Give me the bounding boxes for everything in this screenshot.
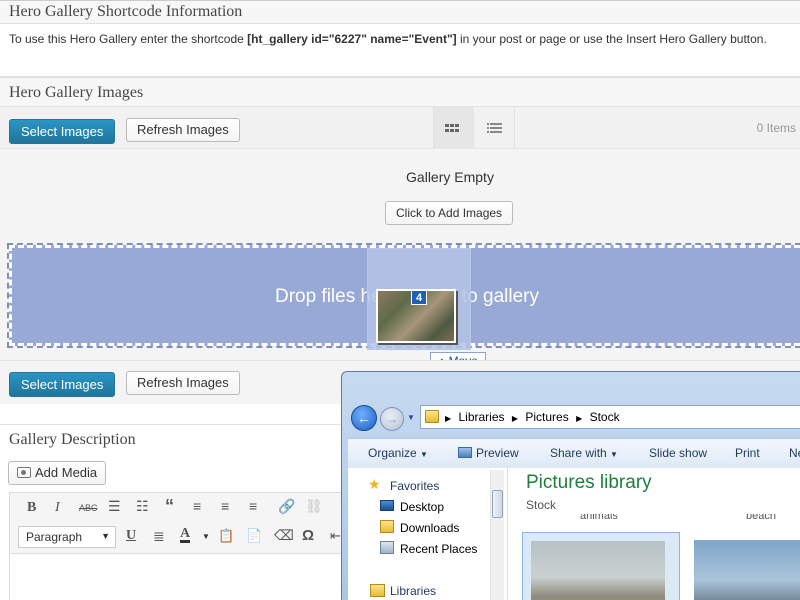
add-media-icon [17, 467, 31, 478]
recent-places-icon [380, 541, 394, 554]
divider [0, 57, 800, 77]
photo-image [531, 541, 665, 600]
list-view-icon[interactable] [475, 107, 515, 149]
downloads-icon [380, 520, 394, 533]
nav-recent-places[interactable]: Recent Places [400, 542, 477, 556]
images-panel-header: Hero Gallery Images [0, 77, 800, 107]
click-to-add-images-button[interactable]: Click to Add Images [385, 201, 514, 225]
unlink-icon[interactable]: ⛓ [305, 498, 323, 515]
gallery-toolbar [0, 107, 800, 149]
photo-thumbnail[interactable] [692, 532, 800, 600]
breadcrumb-pictures[interactable]: Pictures [525, 410, 568, 424]
organize-menu[interactable]: Organize ▼ [368, 446, 428, 460]
scrollbar-thumb[interactable] [492, 490, 503, 518]
nav-favorites[interactable]: Favorites [390, 479, 439, 493]
explorer-content-pane: Pictures library Stock animals beach [508, 468, 800, 600]
items-count: 0 Items [756, 121, 796, 135]
gallery-empty-text: Gallery Empty [406, 169, 494, 185]
chevron-down-icon: ▼ [610, 450, 618, 459]
desktop-icon [380, 500, 394, 511]
new-folder-command[interactable]: Ne [789, 446, 800, 460]
align-right-icon[interactable]: ≡ [249, 498, 257, 514]
shortcode-code: [ht_gallery id="6227" name="Event"] [247, 32, 457, 46]
explorer-nav-pane: ★ Favorites Desktop Downloads Recent Pla… [348, 468, 508, 600]
add-media-button[interactable]: Add Media [8, 461, 107, 485]
preview-command[interactable]: Preview [458, 446, 519, 460]
paste-word-icon[interactable]: 📄 [246, 528, 262, 544]
breadcrumb-separator-icon: ▶ [576, 414, 583, 423]
nav-libraries[interactable]: Libraries [390, 584, 436, 598]
chevron-down-icon: ▼ [101, 531, 110, 541]
nav-scrollbar[interactable] [490, 470, 504, 600]
library-subtitle: Stock [526, 498, 557, 512]
underline-icon[interactable]: U [126, 528, 136, 544]
back-button[interactable]: ← [351, 405, 377, 431]
preview-icon [458, 447, 472, 458]
drag-ghost: 4 [367, 248, 471, 350]
print-command[interactable]: Print [735, 446, 760, 460]
shortcode-info-text: To use this Hero Gallery enter the short… [9, 32, 767, 46]
images-panel-title: Hero Gallery Images [9, 84, 144, 101]
italic-icon[interactable]: I [55, 500, 60, 516]
history-dropdown-icon[interactable]: ▼ [407, 413, 415, 422]
view-toggle-group [433, 107, 515, 149]
thumbnail-label: beach [746, 514, 776, 520]
forward-arrow-icon: → [386, 412, 398, 426]
text-color-dropdown-icon[interactable]: ▼ [202, 532, 210, 541]
shortcode-panel-header: Hero Gallery Shortcode Information [0, 0, 800, 24]
drag-count-badge: 4 [411, 290, 427, 305]
slide-show-command[interactable]: Slide show [649, 446, 707, 460]
libraries-icon [370, 584, 385, 597]
explorer-command-bar: Organize ▼ Preview Share with ▼ Slide sh… [348, 438, 800, 468]
forward-button[interactable]: → [380, 407, 404, 431]
breadcrumb-separator-icon: ▶ [445, 414, 452, 423]
description-panel-title: Gallery Description [9, 431, 136, 448]
select-images-button[interactable]: Select Images [9, 119, 116, 144]
explorer-window[interactable]: ← → ▼ ▶ Libraries ▶ Pictures ▶ Stock Org… [341, 371, 800, 600]
library-title: Pictures library [526, 472, 652, 493]
justify-icon[interactable]: ≣ [153, 528, 165, 545]
shortcode-panel-title: Hero Gallery Shortcode Information [9, 3, 243, 20]
bullet-list-icon[interactable]: ☰ [108, 498, 121, 515]
align-left-icon[interactable]: ≡ [193, 498, 201, 514]
photo-thumbnail[interactable] [522, 532, 680, 600]
nav-desktop[interactable]: Desktop [400, 500, 444, 514]
breadcrumb-stock[interactable]: Stock [590, 410, 620, 424]
clear-formatting-icon[interactable]: ⌫ [274, 527, 294, 544]
bold-icon[interactable]: B [27, 500, 36, 516]
favorites-star-icon: ★ [368, 476, 381, 492]
share-with-menu[interactable]: Share with ▼ [550, 446, 618, 460]
numbered-list-icon[interactable]: ☷ [136, 498, 149, 515]
outdent-icon[interactable]: ⇤ [330, 528, 341, 544]
photo-image [694, 540, 800, 600]
breadcrumb: ▶ Libraries ▶ Pictures ▶ Stock [445, 410, 624, 424]
format-select[interactable]: Paragraph ▼ [18, 526, 116, 548]
back-arrow-icon: ← [357, 410, 371, 426]
select-images-button-bottom[interactable]: Select Images [9, 372, 116, 397]
link-icon[interactable]: 🔗 [278, 498, 295, 515]
blockquote-icon[interactable]: “ [165, 496, 174, 517]
folder-icon [425, 410, 439, 423]
nav-downloads[interactable]: Downloads [400, 521, 459, 535]
strikethrough-icon[interactable]: ABC [79, 503, 98, 513]
grid-view-icon[interactable] [434, 107, 474, 149]
text-color-icon[interactable]: A [180, 527, 191, 543]
thumbnail-label: animals [580, 514, 618, 520]
align-center-icon[interactable]: ≡ [221, 498, 229, 514]
chevron-down-icon: ▼ [420, 450, 428, 459]
paste-text-icon[interactable]: 📋 [218, 528, 234, 544]
special-character-icon[interactable]: Ω [302, 527, 314, 544]
breadcrumb-separator-icon: ▶ [511, 414, 519, 423]
breadcrumb-libraries[interactable]: Libraries [459, 410, 505, 424]
address-bar[interactable]: ▶ Libraries ▶ Pictures ▶ Stock [420, 405, 800, 429]
refresh-images-button[interactable]: Refresh Images [126, 118, 240, 142]
refresh-images-button-bottom[interactable]: Refresh Images [126, 371, 240, 395]
